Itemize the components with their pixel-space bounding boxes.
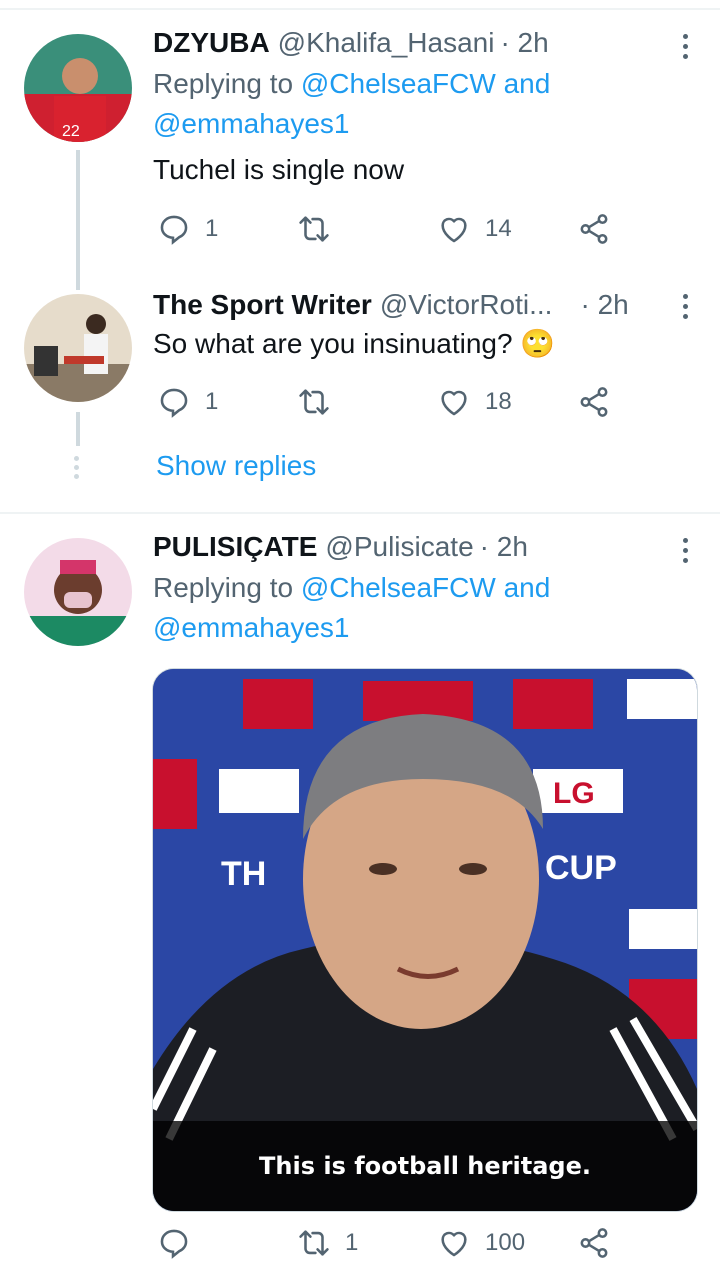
handle[interactable]: @Pulisicate	[325, 530, 473, 564]
tweet-header: DZYUBA @Khalifa_Hasani · 2h	[153, 26, 720, 60]
reply-icon	[160, 1229, 188, 1259]
mention-link[interactable]: @ChelseaFCW	[301, 68, 496, 99]
handle[interactable]: @VictorRoti...	[380, 288, 553, 322]
retweet-icon	[299, 1230, 329, 1256]
more-icon[interactable]	[680, 538, 690, 563]
like-count: 14	[485, 215, 512, 242]
tweet-header: PULISIÇATE @Pulisicate · 2h	[153, 530, 720, 564]
display-name[interactable]: The Sport Writer	[153, 288, 372, 322]
thread-dots	[74, 456, 79, 479]
retweet-icon	[299, 216, 329, 242]
avatar[interactable]	[24, 294, 132, 402]
mention-and[interactable]: and	[504, 68, 551, 99]
mention-and[interactable]: and	[504, 572, 551, 603]
tweet-text: Tuchel is single now	[153, 154, 405, 185]
retweet-button[interactable]: 1	[297, 1226, 358, 1260]
retweet-button[interactable]	[297, 385, 345, 419]
reply-button[interactable]: 1	[157, 212, 218, 246]
share-button[interactable]	[577, 1226, 611, 1260]
display-name[interactable]: PULISIÇATE	[153, 530, 317, 564]
handle[interactable]: @Khalifa_Hasani	[278, 26, 495, 60]
th-text: TH	[221, 855, 266, 893]
replying-to: Replying to @ChelseaFCW and @emmahayes1	[153, 64, 720, 144]
share-icon	[580, 387, 608, 417]
like-count: 18	[485, 388, 512, 415]
mention-link[interactable]: @ChelseaFCW	[301, 572, 496, 603]
tweet-2[interactable]: The Sport Writer @VictorRoti... · 2h So …	[0, 280, 720, 510]
mention-link[interactable]: @emmahayes1	[153, 108, 350, 139]
reply-button[interactable]: 1	[157, 385, 218, 419]
svg-text:22: 22	[62, 123, 80, 140]
share-button[interactable]	[577, 212, 611, 246]
show-replies-link[interactable]: Show replies	[156, 450, 316, 482]
share-icon	[580, 214, 608, 244]
more-icon[interactable]	[680, 294, 690, 319]
timestamp[interactable]: · 2h	[480, 530, 528, 564]
like-count: 100	[485, 1229, 526, 1256]
reply-count: 1	[205, 388, 219, 415]
avatar[interactable]: 22	[24, 34, 132, 142]
video-media[interactable]: LG TH CUP This is football heritage.	[152, 668, 698, 1212]
tweet-actions: 1 100	[153, 1226, 633, 1266]
timestamp[interactable]: · 2h	[580, 288, 628, 322]
tweet-content: PULISIÇATE @Pulisicate · 2h Replying to …	[153, 530, 720, 648]
like-icon	[441, 1231, 467, 1257]
reply-count: 1	[205, 215, 219, 242]
share-icon	[580, 1228, 608, 1258]
reply-icon	[160, 388, 188, 418]
timestamp[interactable]: · 2h	[500, 26, 548, 60]
like-button[interactable]: 100	[437, 1226, 525, 1260]
tweet-content: The Sport Writer @VictorRoti... · 2h So …	[153, 288, 720, 364]
tweet-actions: 1 18	[153, 385, 633, 425]
retweet-count: 1	[345, 1229, 359, 1256]
tweet-text: So what are you insinuating? 🙄	[153, 328, 556, 359]
like-icon	[441, 390, 467, 416]
tweet-header: The Sport Writer @VictorRoti... · 2h	[153, 288, 720, 322]
retweet-button[interactable]	[297, 212, 345, 246]
replying-to: Replying to @ChelseaFCW and @emmahayes1	[153, 568, 720, 648]
tweet-content: DZYUBA @Khalifa_Hasani · 2h Replying to …	[153, 26, 720, 190]
like-button[interactable]: 18	[437, 385, 512, 419]
tweet-actions: 1 14	[153, 212, 633, 252]
like-icon	[441, 217, 467, 243]
video-caption: This is football heritage.	[153, 1121, 697, 1211]
replying-to-label: Replying to	[153, 68, 294, 99]
share-button[interactable]	[577, 385, 611, 419]
reply-button[interactable]	[157, 1226, 205, 1260]
reply-icon	[160, 215, 188, 245]
display-name[interactable]: DZYUBA	[153, 26, 270, 60]
like-button[interactable]: 14	[437, 212, 512, 246]
thread-line	[76, 150, 80, 290]
retweet-icon	[299, 389, 329, 415]
lg-text: LG	[553, 777, 595, 810]
mention-link[interactable]: @emmahayes1	[153, 612, 350, 643]
tweet-3[interactable]: PULISIÇATE @Pulisicate · 2h Replying to …	[0, 514, 720, 1259]
cup-text: CUP	[545, 849, 617, 887]
replying-to-label: Replying to	[153, 572, 294, 603]
thread-line	[76, 412, 80, 446]
tweet-1[interactable]: 22 DZYUBA @Khalifa_Hasani · 2h Replying …	[0, 0, 720, 290]
more-icon[interactable]	[680, 34, 690, 59]
avatar[interactable]	[24, 538, 132, 646]
